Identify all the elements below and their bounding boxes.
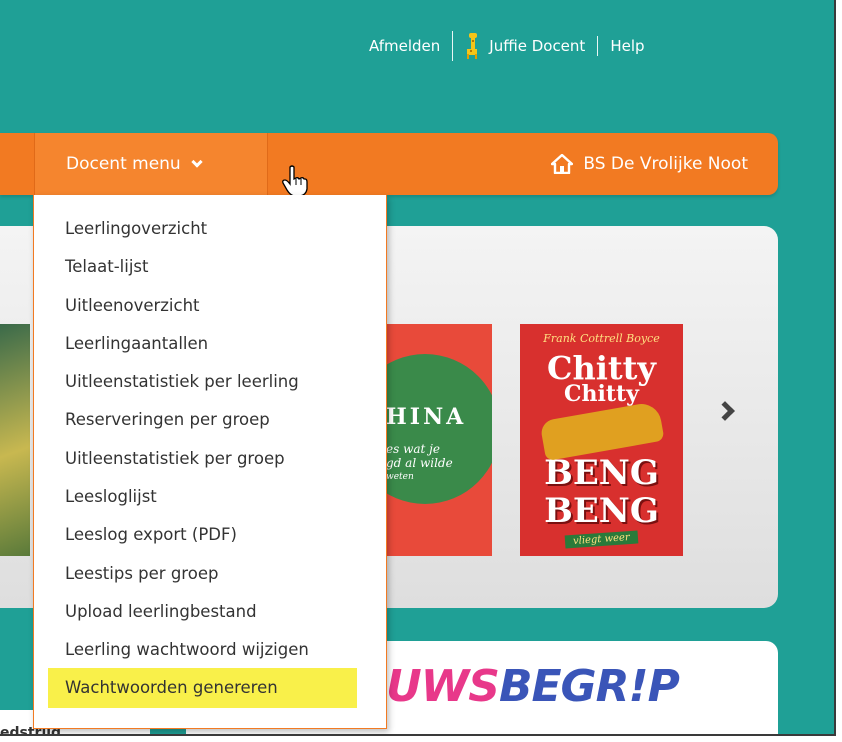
logout-link[interactable]: Afmelden	[369, 37, 440, 55]
school-name: BS De Vrolijke Noot	[583, 154, 748, 174]
menu-item-leerlingaantallen[interactable]: Leerlingaantallen	[34, 330, 386, 368]
book-title: HINA	[386, 404, 467, 430]
nieuwsbegrip-logo[interactable]: UWSBEGR!P	[386, 661, 680, 712]
docent-menu-button[interactable]: Docent menu	[34, 133, 308, 197]
top-links: Afmelden Juffie Docent Help	[369, 31, 645, 61]
menu-item-reserveringen-per-groep[interactable]: Reserveringen per groep	[34, 406, 386, 444]
menu-item-uitleenstatistiek-per-leerling[interactable]: Uitleenstatistiek per leerling	[34, 368, 386, 406]
hand-cursor-icon	[282, 165, 308, 197]
logo-text: UWS	[386, 661, 500, 712]
menu-item-leeslog-export[interactable]: Leeslog export (PDF)	[34, 521, 386, 559]
book-title: BENG	[544, 491, 659, 531]
help-link[interactable]: Help	[610, 37, 644, 55]
menu-item-uitleenstatistiek-per-groep[interactable]: Uitleenstatistiek per groep	[34, 445, 386, 483]
docent-menu-dropdown: Leerlingoverzicht Telaat-lijst Uitleenov…	[33, 195, 387, 729]
app-frame: Afmelden Juffie Docent Help HINA es wat …	[0, 0, 836, 736]
menu-item-upload-leerlingbestand[interactable]: Upload leerlingbestand	[34, 598, 386, 636]
giraffe-icon	[467, 33, 478, 59]
divider	[452, 31, 454, 61]
book-cover[interactable]: Frank Cottrell Boyce Chitty Chitty BENG …	[520, 324, 683, 556]
main-nav-bar: Docent menu BS De Vrolijke Noot	[0, 133, 778, 197]
book-subtitle-line: es wat je	[386, 442, 440, 456]
book-title: Chitty	[546, 349, 657, 387]
divider	[597, 36, 599, 56]
chevron-right-icon[interactable]	[715, 401, 735, 421]
chevron-down-icon	[191, 156, 203, 168]
docent-menu-label: Docent menu	[66, 154, 181, 174]
book-title: Chitty	[564, 381, 639, 407]
logo-text: BEGR!P	[498, 661, 680, 712]
school-link[interactable]: BS De Vrolijke Noot	[551, 133, 748, 195]
menu-item-leestips-per-groep[interactable]: Leestips per groep	[34, 560, 386, 598]
book-subtitle-line: gd al wilde	[386, 456, 453, 470]
menu-item-leesloglijst[interactable]: Leesloglijst	[34, 483, 386, 521]
menu-item-telaat-lijst[interactable]: Telaat-lijst	[34, 253, 386, 291]
menu-item-leerlingoverzicht[interactable]: Leerlingoverzicht	[34, 215, 386, 253]
book-cover[interactable]	[0, 324, 30, 556]
book-subtitle: es wat je gd al wilde weten	[386, 442, 453, 484]
menu-item-wachtwoorden-genereren[interactable]: Wachtwoorden genereren	[48, 667, 357, 708]
book-title: BENG	[544, 453, 659, 493]
book-subtitle-line: weten	[386, 472, 414, 482]
book-cover[interactable]: HINA es wat je gd al wilde weten	[380, 324, 492, 556]
book-author: Frank Cottrell Boyce	[543, 332, 660, 345]
menu-item-uitleenoverzicht[interactable]: Uitleenoverzicht	[34, 292, 386, 330]
user-name-link[interactable]: Juffie Docent	[489, 37, 585, 55]
book-tag: vliegt weer	[564, 530, 639, 549]
home-icon	[551, 154, 574, 174]
